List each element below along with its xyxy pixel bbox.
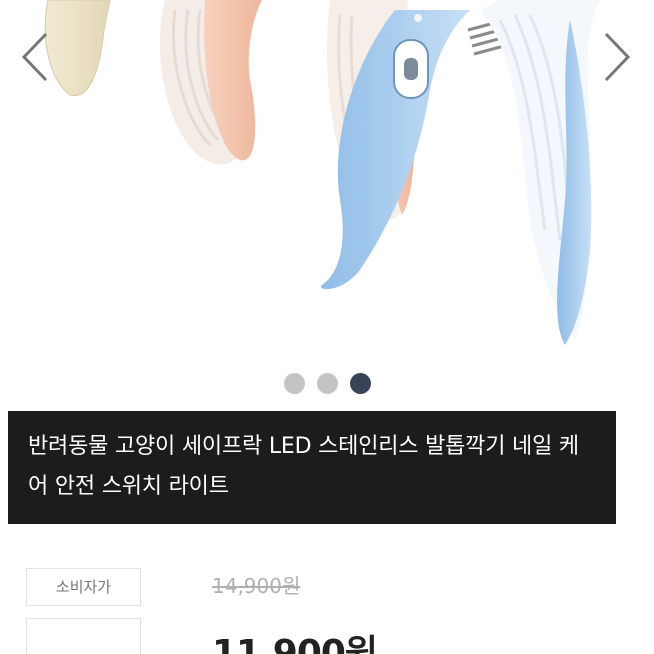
product-image	[44, 0, 600, 345]
carousel-dot[interactable]	[316, 373, 338, 394]
sale-price-label	[26, 618, 141, 654]
chevron-right-icon[interactable]	[596, 30, 636, 84]
sale-price-row: 11,900원	[26, 618, 626, 654]
carousel-indicators	[0, 373, 654, 395]
chevron-left-icon[interactable]	[16, 30, 56, 84]
list-price-label: 소비자가	[26, 568, 141, 606]
list-price: 14,900원	[212, 574, 301, 598]
sale-price: 11,900원	[212, 633, 378, 654]
product-image-carousel[interactable]	[0, 0, 654, 400]
carousel-dot-active[interactable]	[349, 373, 371, 394]
list-price-row: 소비자가 14,900원	[26, 568, 626, 606]
carousel-dot[interactable]	[283, 373, 305, 394]
product-title: 반려동물 고양이 세이프락 LED 스테인리스 발톱깍기 네일 케어 안전 스위…	[28, 434, 579, 499]
product-title-box: 반려동물 고양이 세이프락 LED 스테인리스 발톱깍기 네일 케어 안전 스위…	[8, 411, 616, 524]
